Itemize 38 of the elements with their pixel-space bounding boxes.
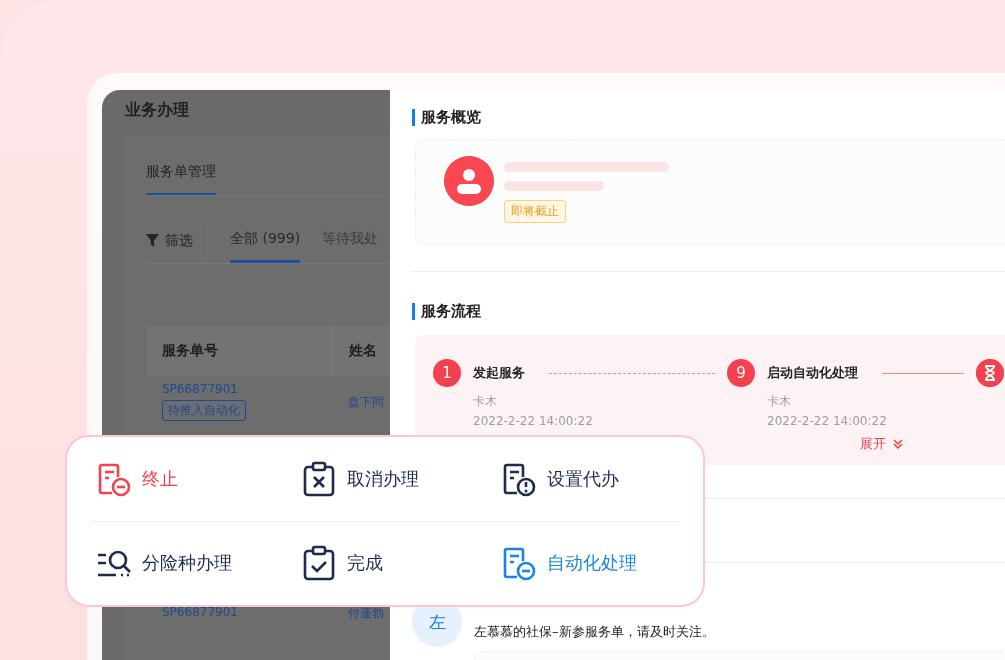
tab[interactable]: 服务单管理 xyxy=(146,155,216,195)
name-link[interactable]: 盘下同 xyxy=(348,382,384,411)
doc-minus-icon xyxy=(96,461,132,497)
step-person: 卡木 xyxy=(767,393,792,410)
step-time: 2022-2-22 14:00:22 xyxy=(473,414,594,428)
doc-minus-icon xyxy=(501,545,537,581)
double-chevron-icon xyxy=(892,438,904,450)
expand-link[interactable]: 展开 xyxy=(860,435,904,453)
step-number: 9 xyxy=(727,359,755,387)
step-title: 启动自动化处理 xyxy=(767,364,858,382)
doc-alert-icon xyxy=(501,461,537,497)
section-title: 服务概览 xyxy=(421,108,481,127)
action-item[interactable]: 取消办理 xyxy=(296,437,496,521)
step-person: 卡木 xyxy=(473,393,498,410)
funnel-icon xyxy=(146,234,159,247)
column-header: 服务单号 xyxy=(161,342,219,360)
section-marker xyxy=(412,109,415,126)
user-avatar-icon xyxy=(444,156,494,206)
filter-button[interactable]: 筛选 xyxy=(146,221,208,262)
name-link[interactable]: 付蓬勃 xyxy=(348,605,384,622)
action-item[interactable]: 自动化处理 xyxy=(496,522,679,604)
section-marker xyxy=(412,303,415,320)
clipboard-x-icon xyxy=(301,461,337,497)
status-tab[interactable]: 全部 (999) xyxy=(230,220,301,263)
order-number-link[interactable]: SP66877901 xyxy=(162,382,332,396)
step-number: 1 xyxy=(433,359,461,387)
message-text: 左慕慕的社保–新参服务单，请及时关注。 xyxy=(474,623,715,641)
deadline-badge: 即将截止 xyxy=(504,199,566,223)
action-item[interactable]: 终止 xyxy=(91,437,296,521)
order-number-link[interactable]: SP66877901 xyxy=(162,605,332,619)
clipboard-check-icon xyxy=(301,545,337,581)
section-title: 服务流程 xyxy=(421,302,481,321)
action-item[interactable]: 分险种办理 xyxy=(91,522,296,604)
page-title: 业务办理 xyxy=(125,100,190,121)
step-time: 2022-2-22 14:00:22 xyxy=(767,414,888,428)
step-title: 发起服务 xyxy=(473,364,525,382)
action-item[interactable]: 设置代办 xyxy=(496,437,679,521)
status-tag: 待推入自动化 xyxy=(162,400,246,421)
